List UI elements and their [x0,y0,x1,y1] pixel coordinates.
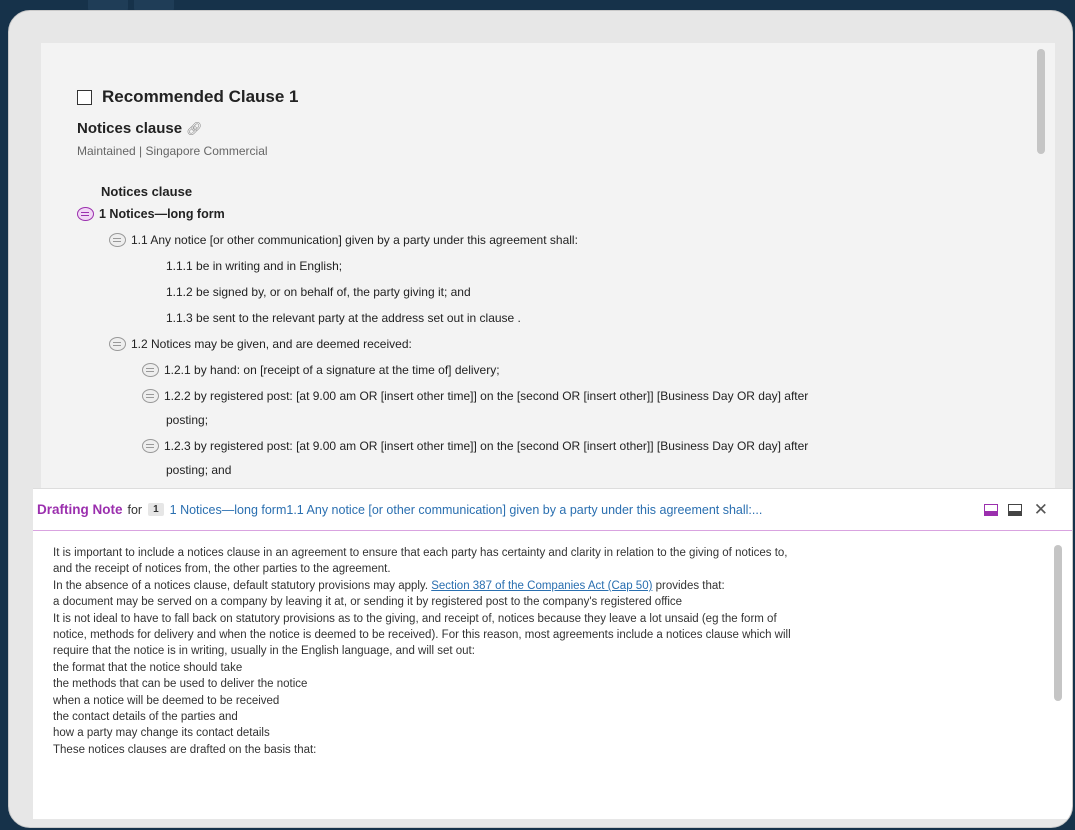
close-icon[interactable]: ✕ [1034,501,1048,518]
speech-bubble-icon[interactable] [142,363,159,377]
clause-line-text: 1 Notices—long form [99,207,225,221]
drafting-note-body: It is important to include a notices cla… [33,531,1072,819]
clause-name-label: Notices clause [77,120,183,137]
speech-bubble-icon[interactable] [109,233,126,247]
clause-line: 1.1 Any notice [or other communication] … [109,233,578,247]
drafting-note-reference-link[interactable]: 1 Notices—long form1.1 Any notice [or ot… [170,503,763,517]
dock-bottom-icon[interactable] [983,503,998,516]
recommended-clause-title: Recommended Clause 1 [102,87,299,106]
document-scrollbar[interactable] [1037,49,1045,154]
select-clause-checkbox[interactable] [77,89,92,105]
clause-line: 1.2 Notices may be given, and are deemed… [109,337,412,351]
speech-bubble-icon[interactable] [109,337,126,351]
note-list-item: the format that the notice should take [53,661,243,674]
clause-line-text: 1.1 Any notice [or other communication] … [131,233,578,247]
drafting-note-text: It is important to include a notices cla… [53,545,1038,758]
clause-line: posting; [166,413,208,427]
note-paragraph: In the absence of a notices clause, defa… [53,578,1038,594]
note-paragraph: notice, methods for delivery and when th… [53,629,791,642]
clause-line-text: posting; and [166,463,232,477]
clause-line: posting; and [166,463,231,477]
clause-line-text: 1.2.2 by registered post: [at 9.00 am OR… [164,389,809,403]
clause-line-text: 1.2.1 by hand: on [receipt of a signatur… [164,363,500,377]
note-text-segment: In the absence of a notices clause, defa… [53,579,432,592]
clause-line-text: 1.1.1 be in writing and in English; [166,259,343,273]
minimize-panel-icon[interactable] [1007,503,1022,516]
clause-line: 1.2.3 by registered post: [at 9.00 am OR… [142,439,808,453]
note-paragraph: It is not ideal to have to fall back on … [53,612,777,625]
clause-meta: Maintained | Singapore Commercial [77,144,268,158]
drafting-note-scrollbar[interactable] [1054,545,1062,701]
note-list-item: when a notice will be deemed to be recei… [53,694,280,707]
clause-line: 1.1.1 be in writing and in English; [166,259,342,273]
note-text-segment: provides that: [652,579,725,592]
clause-line: 1.2.2 by registered post: [at 9.00 am OR… [142,389,808,403]
clause-line-text: 1.1.3 be sent to the relevant party at t… [166,311,521,325]
speech-bubble-icon[interactable] [142,389,159,403]
note-list-item: how a party may change its contact detai… [53,727,270,740]
drafting-note-controls: ✕ [974,501,1048,518]
note-paragraph: and the receipt of notices from, the oth… [53,563,391,576]
modal-frame: Recommended Clause 1 Notices clause 🔗︎ M… [8,10,1073,828]
clause-line-text: posting; [166,413,209,427]
speech-bubble-icon[interactable] [142,439,159,453]
link-icon[interactable]: 🔗︎ [186,121,203,137]
clause-line-text: 1.2 Notices may be given, and are deemed… [131,337,412,351]
drafting-note-title: Drafting Note [37,502,123,517]
speech-bubble-icon[interactable] [77,207,94,221]
clause-line: 1.2.1 by hand: on [receipt of a signatur… [142,363,500,377]
recommended-clause-header: Recommended Clause 1 [77,87,299,107]
clause-line: 1.1.3 be sent to the relevant party at t… [166,311,521,325]
note-paragraph: require that the notice is in writing, u… [53,645,475,658]
note-paragraph: These notices clauses are drafted on the… [53,743,317,756]
clause-line: 1 Notices—long form [77,207,225,221]
note-paragraph: a document may be served on a company by… [53,596,683,609]
clause-number-badge: 1 [148,503,164,516]
clause-name[interactable]: Notices clause 🔗︎ [77,120,203,137]
note-list-item: the contact details of the parties and [53,711,238,724]
note-paragraph: It is important to include a notices cla… [53,547,788,559]
drafting-note-header: Drafting Note for 1 1 Notices—long form1… [33,488,1072,532]
companies-act-link[interactable]: Section 387 of the Companies Act (Cap 50… [431,580,652,592]
clause-document-panel: Recommended Clause 1 Notices clause 🔗︎ M… [41,43,1055,499]
clause-line: 1.1.2 be signed by, or on behalf of, the… [166,285,471,299]
clause-line-text: 1.1.2 be signed by, or on behalf of, the… [166,285,471,299]
drafting-note-for-label: for [127,502,143,517]
clause-line-text: 1.2.3 by registered post: [at 9.00 am OR… [164,439,809,453]
clause-heading: Notices clause [101,184,193,199]
note-list-item: the methods that can be used to deliver … [53,678,308,691]
